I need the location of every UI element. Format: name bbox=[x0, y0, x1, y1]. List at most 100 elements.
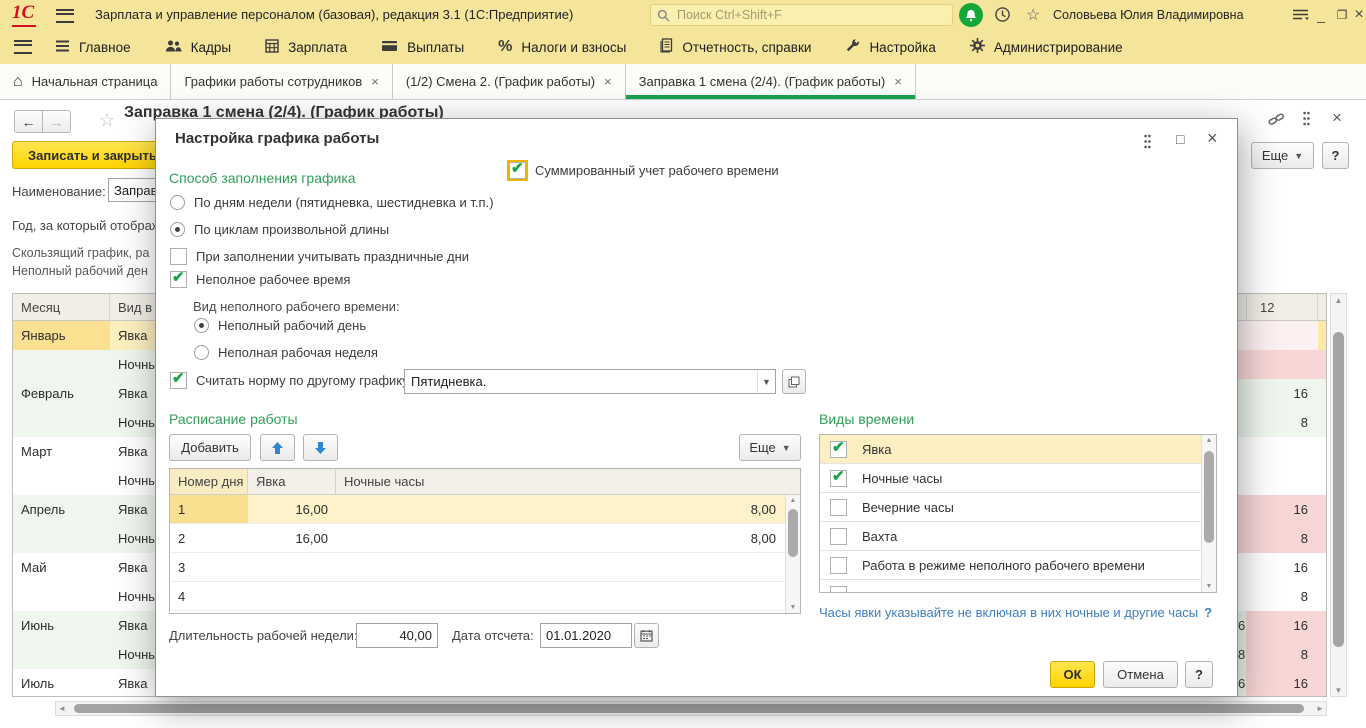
grid-row-right-11[interactable]: 616 bbox=[1238, 611, 1326, 640]
night-hours-cell[interactable] bbox=[336, 553, 800, 581]
favorite-star-icon[interactable]: ☆ bbox=[99, 110, 115, 131]
grid-row-6[interactable]: Ночные bbox=[13, 466, 156, 495]
tab-4[interactable]: Заправка 1 смена (2/4). (График работы)× bbox=[626, 64, 916, 99]
favorites-star-icon[interactable]: ☆ bbox=[1026, 5, 1040, 25]
nav-forward-button[interactable]: → bbox=[42, 110, 71, 133]
month-cell[interactable]: Январь bbox=[13, 321, 110, 350]
attendance-cell[interactable]: 16,00 bbox=[248, 524, 336, 552]
week-length-input[interactable] bbox=[356, 623, 438, 648]
day12-cell[interactable]: 16 bbox=[1246, 495, 1318, 524]
menu-item-8[interactable]: Администрирование bbox=[953, 30, 1140, 64]
scroll-down-icon[interactable]: ▼ bbox=[786, 602, 800, 613]
day12-cell[interactable]: 16 bbox=[1246, 379, 1318, 408]
scroll-left-icon[interactable]: ◄ bbox=[56, 702, 68, 715]
day12-cell[interactable]: 16 bbox=[1246, 669, 1318, 697]
tab-3[interactable]: (1/2) Смена 2. (График работы)× bbox=[393, 64, 626, 99]
time-kind-checkbox[interactable]: ✔ bbox=[830, 528, 847, 545]
month-cell[interactable]: Апрель bbox=[13, 495, 110, 524]
kind-cell[interactable]: Явка bbox=[110, 553, 156, 582]
kind-cell[interactable]: Явка bbox=[110, 321, 156, 350]
menu-item-2[interactable]: Кадры bbox=[148, 30, 248, 64]
scroll-thumb[interactable] bbox=[1204, 451, 1214, 543]
month-cell[interactable]: Июль bbox=[13, 669, 110, 697]
vertical-scrollbar[interactable]: ▲ ▼ bbox=[1330, 293, 1347, 697]
day-number-cell[interactable]: 1 bbox=[170, 495, 248, 523]
help-button[interactable]: ? bbox=[1322, 142, 1349, 169]
kind-cell[interactable]: Явка bbox=[110, 379, 156, 408]
get-link-icon[interactable] bbox=[1268, 112, 1285, 132]
day12-cell[interactable] bbox=[1246, 350, 1318, 379]
history-icon[interactable] bbox=[994, 6, 1011, 23]
attendance-hint-link[interactable]: Часы явки указывайте не включая в них но… bbox=[819, 605, 1212, 620]
day-number-cell[interactable]: 4 bbox=[170, 582, 248, 610]
holidays-option[interactable]: ✔ При заполнении учитывать праздничные д… bbox=[170, 248, 469, 265]
norm-schedule-combobox[interactable]: Пятидневка. ▼ bbox=[404, 369, 776, 394]
grid-row-right-12[interactable]: 88 bbox=[1238, 640, 1326, 669]
ok-button[interactable]: ОК bbox=[1050, 661, 1095, 688]
grid-row-10[interactable]: Ночные bbox=[13, 582, 156, 611]
cancel-button[interactable]: Отмена bbox=[1103, 661, 1178, 688]
grid-row-right-9[interactable]: 16 bbox=[1238, 553, 1326, 582]
scroll-up-icon[interactable]: ▲ bbox=[786, 495, 800, 506]
kind-cell[interactable]: Явка bbox=[110, 437, 156, 466]
schedule-grid-left[interactable]: Месяц Вид в ЯнварьЯвкаНочныеФевральЯвкаН… bbox=[12, 293, 156, 697]
horizontal-scroll-thumb[interactable] bbox=[74, 704, 1304, 713]
time-kind-row-2[interactable]: ✔Ночные часы bbox=[820, 464, 1216, 493]
schedule-table-scrollbar[interactable]: ▲ ▼ bbox=[785, 495, 800, 613]
time-kind-checkbox[interactable]: ✔ bbox=[830, 499, 847, 516]
more-actions-icon[interactable] bbox=[1303, 111, 1310, 131]
time-kind-row-4[interactable]: ✔Вахта bbox=[820, 522, 1216, 551]
main-menu-icon[interactable] bbox=[56, 9, 74, 23]
schedule-row-4[interactable]: 4 bbox=[170, 582, 800, 611]
window-close-button[interactable]: × bbox=[1348, 0, 1366, 30]
grid-row-9[interactable]: МайЯвка bbox=[13, 553, 156, 582]
column-header-12[interactable]: 12 bbox=[1246, 294, 1318, 320]
vertical-scroll-thumb[interactable] bbox=[1333, 332, 1344, 647]
more-button[interactable]: Еще ▼ bbox=[1251, 142, 1314, 169]
grid-row-4[interactable]: Ночные bbox=[13, 408, 156, 437]
month-cell[interactable] bbox=[13, 466, 110, 495]
grid-row-right-13[interactable]: 616 bbox=[1238, 669, 1326, 697]
attendance-cell[interactable] bbox=[248, 582, 336, 610]
day12-cell[interactable]: 8 bbox=[1246, 408, 1318, 437]
grid-row-1[interactable]: ЯнварьЯвка bbox=[13, 321, 156, 350]
horizontal-scrollbar[interactable]: ◄ ► bbox=[55, 701, 1327, 716]
start-date-input[interactable] bbox=[540, 623, 632, 648]
day-number-cell[interactable]: 3 bbox=[170, 553, 248, 581]
month-cell[interactable] bbox=[13, 640, 110, 669]
scroll-up-icon[interactable]: ▲ bbox=[1202, 435, 1216, 446]
month-cell[interactable] bbox=[13, 582, 110, 611]
user-name[interactable]: Соловьева Юлия Владимировна bbox=[1053, 8, 1244, 22]
part-day-option[interactable]: Неполный рабочий день bbox=[194, 318, 366, 333]
grid-row-3[interactable]: ФевральЯвка bbox=[13, 379, 156, 408]
grid-row-2[interactable]: Ночные bbox=[13, 350, 156, 379]
fill-by-cycle-radio[interactable] bbox=[170, 222, 185, 237]
time-kind-checkbox[interactable]: ✔ bbox=[830, 470, 847, 487]
grid-row-right-10[interactable]: 8 bbox=[1238, 582, 1326, 611]
holidays-checkbox[interactable]: ✔ bbox=[170, 248, 187, 265]
day12-cell[interactable] bbox=[1246, 321, 1318, 350]
norm-schedule-open-button[interactable] bbox=[782, 369, 806, 394]
day12-cell[interactable]: 8 bbox=[1246, 640, 1318, 669]
fill-by-cycle-option[interactable]: По циклам произвольной длины bbox=[170, 222, 389, 237]
month-cell[interactable]: Июнь bbox=[13, 611, 110, 640]
grid-row-right-4[interactable]: 8 bbox=[1238, 408, 1326, 437]
form-close-icon[interactable]: × bbox=[1332, 108, 1342, 128]
hint-help-link[interactable]: ? bbox=[1204, 605, 1212, 620]
grid-row-8[interactable]: Ночные bbox=[13, 524, 156, 553]
menu-item-6[interactable]: Отчетность, справки bbox=[643, 30, 828, 64]
menu-item-4[interactable]: Выплаты bbox=[364, 30, 481, 64]
schedule-table[interactable]: Номер дня Явка Ночные часы 116,008,00216… bbox=[169, 468, 801, 614]
column-header-attendance[interactable]: Явка bbox=[248, 469, 336, 494]
grid-row-right-2[interactable] bbox=[1238, 350, 1326, 379]
day12-cell[interactable]: 8 bbox=[1246, 524, 1318, 553]
grid-row-right-8[interactable]: 8 bbox=[1238, 524, 1326, 553]
scroll-thumb[interactable] bbox=[788, 509, 798, 557]
month-cell[interactable] bbox=[13, 524, 110, 553]
menu-item-1[interactable]: Главное bbox=[38, 30, 148, 64]
kind-cell[interactable]: Ночные bbox=[110, 640, 156, 669]
tab-1[interactable]: ⌂Начальная страница bbox=[0, 64, 171, 99]
grid-row-right-3[interactable]: 16 bbox=[1238, 379, 1326, 408]
scroll-up-icon[interactable]: ▲ bbox=[1331, 294, 1346, 306]
day12-cell[interactable] bbox=[1246, 466, 1318, 495]
